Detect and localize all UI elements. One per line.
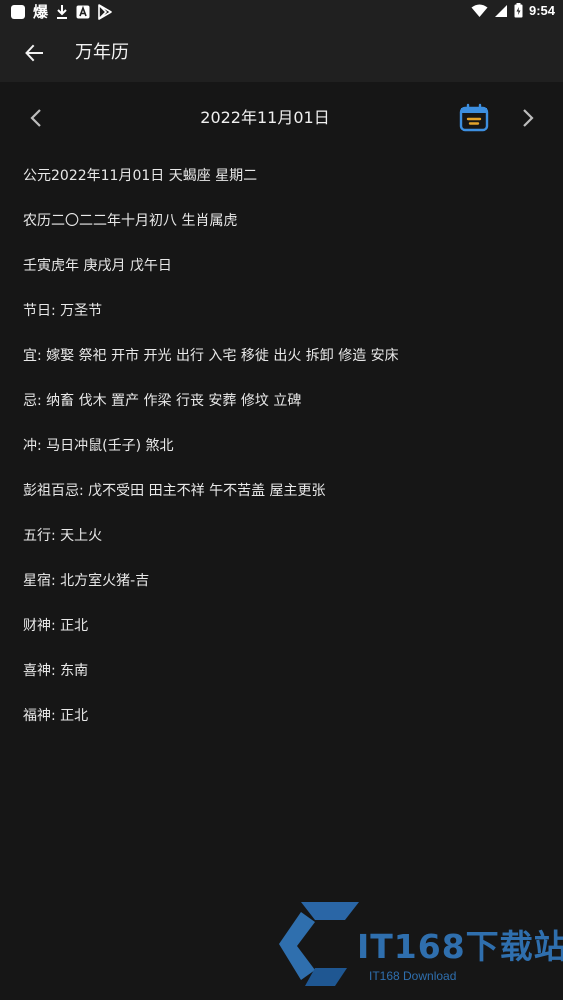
download-icon bbox=[57, 5, 68, 19]
five-elements-line: 五行: 天上火 bbox=[23, 528, 103, 544]
constellation-line: 星宿: 北方室火猪-吉 bbox=[23, 573, 150, 589]
date-picker-button[interactable] bbox=[458, 102, 490, 134]
pengzu-line: 彭祖百忌: 戊不受田 田主不祥 午不苦盖 屋主更张 bbox=[23, 483, 326, 499]
current-date: 2022年11月01日 bbox=[200, 108, 330, 127]
status-time: 9:54 bbox=[528, 3, 555, 18]
arrow-left-icon bbox=[25, 44, 43, 62]
wealth-god-line: 财神: 正北 bbox=[23, 618, 89, 634]
lunar-date-line: 农历二〇二二年十月初八 生肖属虎 bbox=[23, 213, 238, 229]
calendar-icon bbox=[459, 103, 489, 132]
chevron-right-icon bbox=[523, 109, 534, 127]
play-store-icon bbox=[98, 4, 112, 20]
signal-icon bbox=[494, 4, 507, 17]
festival-line: 节日: 万圣节 bbox=[23, 303, 103, 319]
page-title: 万年历 bbox=[75, 42, 129, 63]
watermark: IT168下载站 IT168 Download bbox=[275, 898, 563, 990]
almanac-info-list: 公元2022年11月01日 天蝎座 星期二 农历二〇二二年十月初八 生肖属虎 壬… bbox=[23, 164, 543, 749]
ganzhi-line: 壬寅虎年 庚戌月 戊午日 bbox=[23, 258, 172, 274]
status-right-icons: 9:54 bbox=[471, 3, 555, 18]
watermark-text: IT168下载站 bbox=[357, 927, 563, 966]
app-bar: 万年历 bbox=[0, 24, 563, 82]
app-square-icon bbox=[11, 5, 25, 19]
next-day-button[interactable] bbox=[514, 104, 542, 132]
watermark-subtext: IT168 Download bbox=[369, 969, 457, 983]
date-navigator: 2022年11月01日 bbox=[0, 96, 563, 140]
clash-line: 冲: 马日冲鼠(壬子) 煞北 bbox=[23, 438, 174, 454]
avoid-line: 忌: 纳畜 伐木 置产 作梁 行丧 安葬 修坟 立碑 bbox=[23, 393, 302, 409]
battery-icon bbox=[514, 3, 523, 18]
wifi-icon bbox=[471, 4, 488, 17]
gregorian-date-line: 公元2022年11月01日 天蝎座 星期二 bbox=[23, 168, 258, 184]
suitable-line: 宜: 嫁娶 祭祀 开市 开光 出行 入宅 移徙 出火 拆卸 修造 安床 bbox=[23, 348, 399, 364]
a-badge-icon bbox=[76, 5, 90, 19]
status-bar: 爆 9:54 bbox=[0, 0, 563, 24]
joy-god-line: 喜神: 东南 bbox=[23, 663, 89, 679]
app-bao-icon: 爆 bbox=[33, 3, 49, 21]
watermark-logo-icon bbox=[279, 902, 359, 986]
back-button[interactable] bbox=[16, 35, 52, 71]
fortune-god-line: 福神: 正北 bbox=[23, 708, 89, 724]
status-left-icons: 爆 bbox=[10, 3, 112, 21]
